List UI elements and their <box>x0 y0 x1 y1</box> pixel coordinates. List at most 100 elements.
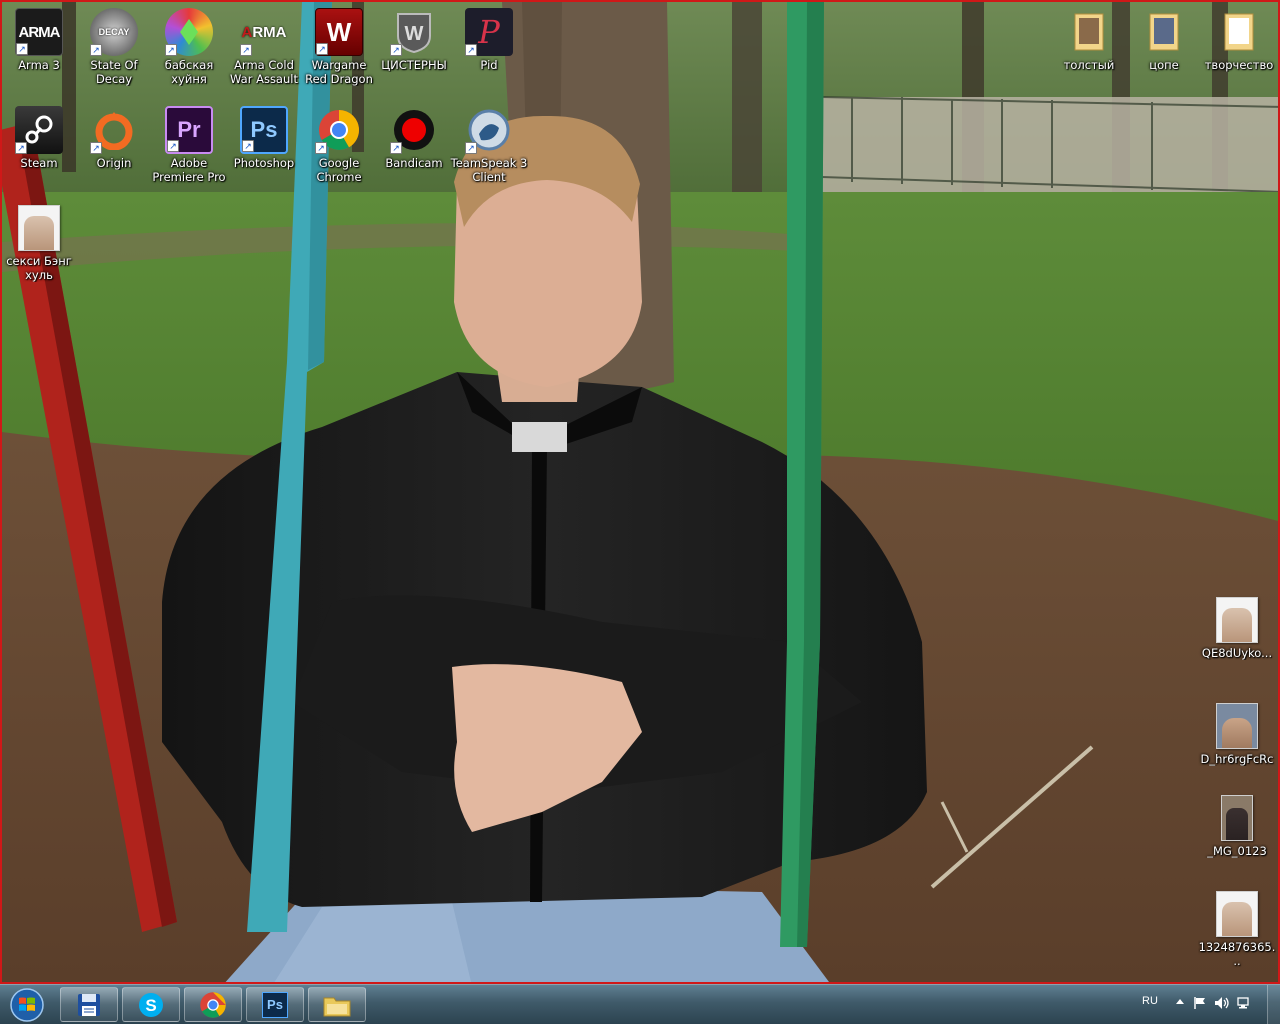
desktop-icon-label: TeamSpeak 3 Client <box>450 156 528 184</box>
language-indicator[interactable]: RU <box>1142 995 1158 1007</box>
desktop-icon-label: Pid <box>480 58 498 72</box>
folder-icon <box>1065 8 1113 56</box>
desktop-icon-label: Steam <box>20 156 58 170</box>
shortcut-arrow-icon: ↗ <box>15 142 27 154</box>
taskbar-button-save[interactable] <box>60 987 118 1022</box>
desktop-icon-label: Arma 3 <box>18 58 60 72</box>
desktop-icon-sexy-bang[interactable]: секси Бэнг хуль <box>2 204 76 282</box>
explorer-folder-icon <box>323 997 351 1016</box>
folder-label: творчество <box>1204 58 1274 72</box>
desktop-icon-steam[interactable]: ↗ Steam <box>2 106 76 170</box>
arma3-icon: ARMA ↗ <box>15 8 63 56</box>
desktop-icon-label: Bandicam <box>385 156 443 170</box>
desktop-icon-label: Google Chrome <box>316 156 362 184</box>
system-tray: RU <box>1130 985 1280 1025</box>
desktop-icon-label: Photoshop <box>233 156 295 170</box>
desktop-icon-wargame[interactable]: W ↗ Wargame Red Dragon <box>302 8 376 86</box>
desktop-icon-arma-cold-war[interactable]: ARMA ↗ Arma Cold War Assault <box>227 8 301 87</box>
desktop-icon-babskaya[interactable]: ↗ бабская хуйня <box>152 8 226 86</box>
origin-icon: ↗ <box>90 106 138 154</box>
folder-tsope[interactable]: цопе <box>1127 8 1201 72</box>
action-center-flag-icon[interactable] <box>1192 995 1208 1011</box>
svg-text:W: W <box>405 23 424 45</box>
desktop-icon-premiere[interactable]: Pr ↗ Adobe Premiere Pro <box>152 106 226 184</box>
premiere-pro-icon: Pr ↗ <box>165 106 213 154</box>
file-label: _MG_0123 <box>1207 844 1267 858</box>
desktop-icon-pid[interactable]: P ↗ Pid <box>452 8 526 72</box>
desktop-icon-label: Wargame Red Dragon <box>305 58 373 86</box>
shortcut-arrow-icon: ↗ <box>242 140 254 152</box>
folder-label: толстый <box>1063 58 1115 72</box>
shortcut-arrow-icon: ↗ <box>465 44 477 56</box>
desktop-icon-chrome[interactable]: ↗ Google Chrome <box>302 106 376 184</box>
taskbar: S Ps RU <box>0 984 1280 1025</box>
desktop[interactable]: ARMA ↗ Arma 3 DECAY ↗ State Of Decay ↗ б… <box>0 0 1280 984</box>
photo-file-icon <box>1213 702 1261 750</box>
teamspeak-icon: ↗ <box>465 106 513 154</box>
chrome-icon <box>200 991 226 1018</box>
start-button[interactable] <box>4 987 50 1023</box>
taskbar-button-chrome[interactable] <box>184 987 242 1022</box>
shortcut-arrow-icon: ↗ <box>167 140 179 152</box>
photo-file-icon <box>1213 794 1261 842</box>
windows-orb-icon <box>10 988 44 1022</box>
shortcut-arrow-icon: ↗ <box>465 142 477 154</box>
desktop-icon-label: Arma Cold War Assault <box>230 58 298 86</box>
photoshop-icon: Ps ↗ <box>240 106 288 154</box>
file-qe8[interactable]: QE8dUyko... <box>1200 596 1274 660</box>
desktop-icon-photoshop[interactable]: Ps ↗ Photoshop <box>227 106 301 170</box>
folder-icon <box>1215 8 1263 56</box>
desktop-icon-teamspeak[interactable]: ↗ TeamSpeak 3 Client <box>450 106 528 184</box>
shortcut-arrow-icon: ↗ <box>390 44 402 56</box>
file-dhr[interactable]: D_hr6rgFcRc <box>1200 702 1274 766</box>
file-mg0123[interactable]: _MG_0123 <box>1200 794 1274 858</box>
shortcut-arrow-icon: ↗ <box>316 43 328 55</box>
shortcut-arrow-icon: ↗ <box>90 44 102 56</box>
shortcut-arrow-icon: ↗ <box>240 44 252 56</box>
desktop-icon-label: ЦИСТЕРНЫ <box>381 58 447 72</box>
desktop-icon-state-of-decay[interactable]: DECAY ↗ State Of Decay <box>77 8 151 86</box>
folder-tolstyi[interactable]: толстый <box>1052 8 1126 72</box>
desktop-icon-arma3[interactable]: ARMA ↗ Arma 3 <box>2 8 76 72</box>
network-icon[interactable] <box>1236 995 1252 1011</box>
skype-icon: S <box>139 992 163 1017</box>
file-1324876365[interactable]: 1324876365... <box>1198 890 1276 968</box>
steam-icon: ↗ <box>15 106 63 154</box>
show-desktop-button[interactable] <box>1267 985 1280 1025</box>
bandicam-icon: ↗ <box>390 106 438 154</box>
desktop-icon-label: State Of Decay <box>90 58 138 86</box>
desktop-icon-label: Origin <box>96 156 132 170</box>
desktop-icon-tanks[interactable]: W ↗ ЦИСТЕРНЫ <box>377 8 451 72</box>
pid-icon: P ↗ <box>465 8 513 56</box>
folder-tvorchestvo[interactable]: творчество <box>1202 8 1276 72</box>
folder-icon <box>1140 8 1188 56</box>
photoshop-icon: Ps <box>262 991 288 1018</box>
wargame-icon: W ↗ <box>315 8 363 56</box>
shortcut-arrow-icon: ↗ <box>390 142 402 154</box>
shortcut-arrow-icon: ↗ <box>90 142 102 154</box>
file-label: D_hr6rgFcRc <box>1200 752 1274 766</box>
arma-cold-war-icon: ARMA ↗ <box>240 23 287 56</box>
sims-plumbob-icon: ↗ <box>165 8 213 56</box>
desktop-icon-label: бабская хуйня <box>164 58 214 86</box>
volume-speaker-icon[interactable] <box>1214 995 1230 1011</box>
floppy-disk-icon <box>78 993 100 1016</box>
desktop-icon-bandicam[interactable]: ↗ Bandicam <box>377 106 451 170</box>
photo-file-icon <box>15 204 63 252</box>
desktop-icon-origin[interactable]: ↗ Origin <box>77 106 151 170</box>
show-hidden-icons-chevron-icon[interactable] <box>1176 999 1184 1004</box>
taskbar-button-skype[interactable]: S <box>122 987 180 1022</box>
taskbar-button-explorer[interactable] <box>308 987 366 1022</box>
file-label: 1324876365... <box>1198 940 1276 968</box>
state-of-decay-icon: DECAY ↗ <box>90 8 138 56</box>
shortcut-arrow-icon: ↗ <box>315 142 327 154</box>
photo-file-icon <box>1213 890 1261 938</box>
desktop-icon-label: секси Бэнг хуль <box>6 254 72 282</box>
world-of-tanks-icon: W ↗ <box>390 8 438 56</box>
shortcut-arrow-icon: ↗ <box>165 44 177 56</box>
folder-label: цопе <box>1149 58 1179 72</box>
desktop-icon-label: Adobe Premiere Pro <box>152 156 226 184</box>
file-label: QE8dUyko... <box>1201 646 1273 660</box>
chrome-icon: ↗ <box>315 106 363 154</box>
taskbar-button-photoshop[interactable]: Ps <box>246 987 304 1022</box>
